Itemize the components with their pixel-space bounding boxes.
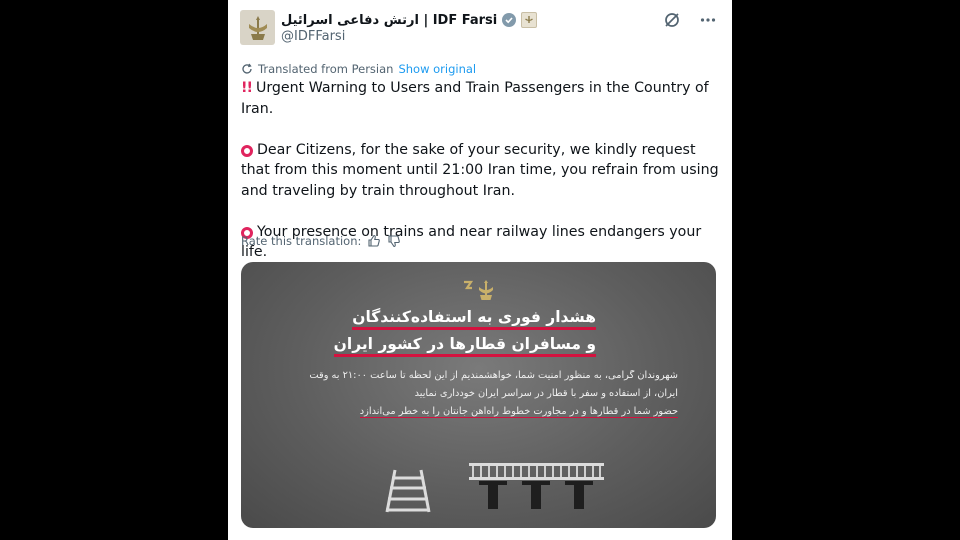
display-name[interactable]: ارتش دفاعی اسرائیل | IDF Farsi [281,13,497,28]
more-horizontal-icon[interactable] [698,10,718,30]
railway-track-icon [385,469,431,513]
tweet-line-warning: !! Urgent Warning to Users and Train Pass… [241,80,709,117]
idf-emblem-icon [464,280,493,300]
grok-icon[interactable] [662,10,682,30]
translated-label: Translated from Persian [258,62,394,76]
thumbs-up-icon[interactable] [367,234,381,248]
tweet-line-citizens: Dear Citizens, for the sake of your secu… [241,141,719,199]
idf-emblem-icon [248,15,267,40]
media-body-line-3: حضور شما در قطارها و در مجاورت خطوط راه‌… [359,406,678,418]
avatar[interactable] [240,10,275,45]
media-headline-2: و مسافران قطارها در کشور ایران [276,335,596,357]
rate-translation: Rate this translation: [241,233,401,249]
red-circle-icon [241,144,253,157]
media-headline-1: هشدار فوری به استفاده‌کنندگان [276,308,596,330]
idf-emblem-icon [521,12,538,28]
account-name-row[interactable]: ارتش دفاعی اسرائیل | IDF Farsi [281,10,538,30]
translate-refresh-icon [242,63,252,74]
double-exclamation-icon: !! [241,80,253,96]
media-body-line-1: شهروندان گرامی، به منظور امنیت شما، خواه… [309,370,678,381]
translation-notice: Translated from Persian Show original [241,61,476,77]
tweet-card: ارتش دفاعی اسرائیل | IDF Farsi @IDFFarsi [228,0,732,540]
thumbs-down-icon[interactable] [387,234,401,248]
rate-label: Rate this translation: [241,234,362,248]
verified-check-icon [502,13,517,27]
railway-bridge-icon [469,463,604,509]
account-handle[interactable]: @IDFFarsi [281,29,345,44]
media-image[interactable]: هشدار فوری به استفاده‌کنندگان و مسافران … [241,262,716,528]
tweet-actions [662,10,718,30]
media-body-line-2: ایران، از استفاده و سفر با قطار در سراسر… [414,388,678,399]
show-original-link[interactable]: Show original [398,62,476,76]
